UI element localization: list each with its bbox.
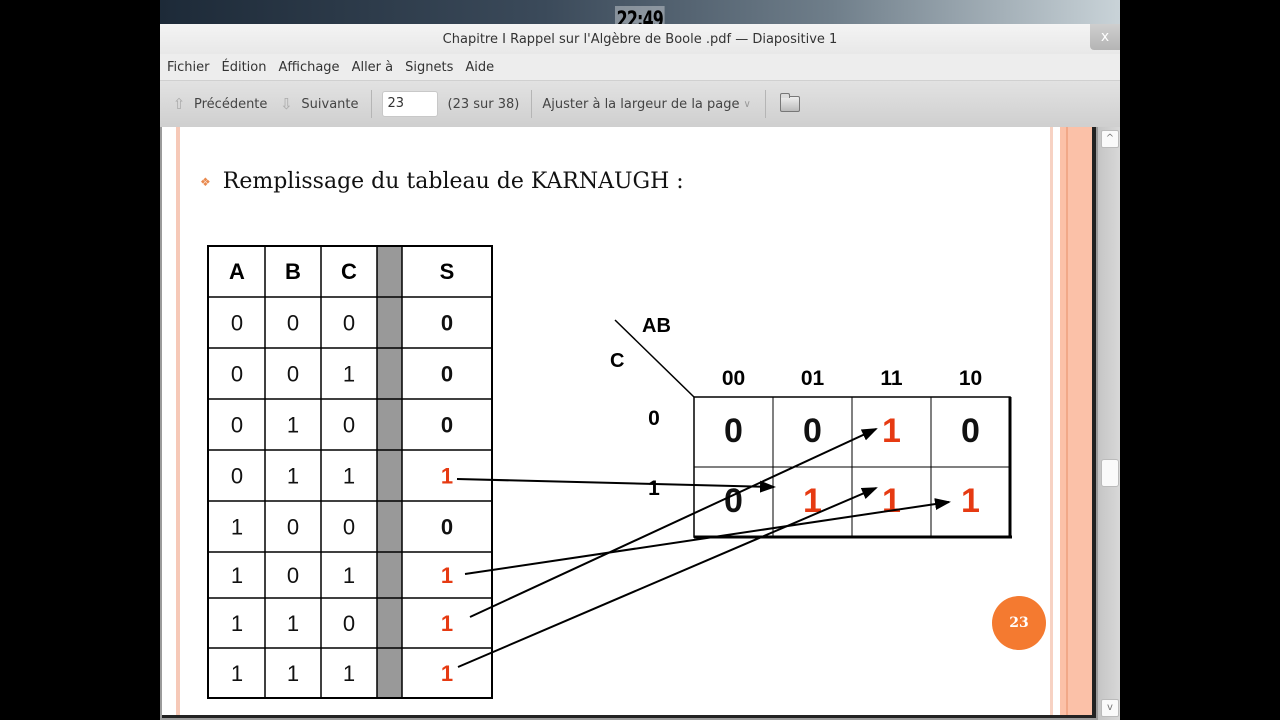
menu-aide[interactable]: Aide	[465, 60, 494, 75]
truth-table-cell: 0	[231, 413, 243, 438]
truth-table-cell: 0	[287, 362, 299, 387]
page-count: (23 sur 38)	[447, 96, 520, 112]
truth-table-output-cell: 1	[441, 464, 453, 489]
pdf-page: ❖ Remplissage du tableau de KARNAUGH : A…	[162, 127, 1096, 718]
chevron-down-icon: ∨	[743, 98, 751, 110]
truth-table-output-cell: 0	[441, 413, 453, 438]
truth-table-cell: 0	[343, 611, 355, 636]
scrollbar-thumb[interactable]	[1101, 459, 1119, 487]
truth-table-cell: 0	[343, 311, 355, 336]
truth-table-cell: 1	[287, 464, 299, 489]
menu-edition[interactable]: Édition	[222, 60, 267, 75]
truth-table-output-cell: 1	[441, 611, 453, 636]
truth-table-header: C	[341, 259, 357, 284]
truth-table-cell: 0	[343, 515, 355, 540]
kmap-cell: 1	[882, 482, 901, 520]
truth-table-output-cell: 1	[441, 661, 453, 686]
zoom-mode-value: Ajuster à la largeur de la page	[542, 96, 740, 112]
kmap-col-variable: AB	[642, 315, 671, 337]
arrow-up-icon: ⇧	[172, 95, 186, 113]
truth-table-cell: 1	[287, 611, 299, 636]
truth-table-output-cell: 0	[441, 362, 453, 387]
toolbar: ⇧ Précédente ⇩ Suivante 23 (23 sur 38) A…	[160, 81, 1120, 128]
document-view: ❖ Remplissage du tableau de KARNAUGH : A…	[160, 127, 1120, 720]
kmap-col-label: 11	[880, 367, 903, 390]
truth-table-cell: 0	[287, 311, 299, 336]
zoom-mode-select[interactable]: Ajuster à la largeur de la page ∨	[542, 97, 750, 112]
truth-table-cell: 1	[343, 464, 355, 489]
page-number-badge: 23	[992, 596, 1046, 650]
vertical-scrollbar[interactable]: ^ v	[1098, 127, 1120, 720]
truth-table-cell: 0	[231, 362, 243, 387]
truth-table-cell: 1	[343, 362, 355, 387]
separator	[531, 90, 533, 118]
menu-fichier[interactable]: Fichier	[167, 60, 210, 75]
menu-signets[interactable]: Signets	[405, 60, 453, 75]
scroll-up-button[interactable]: ^	[1101, 130, 1119, 148]
next-label: Suivante	[301, 96, 359, 112]
truth-table-header: B	[285, 259, 301, 284]
kmap-row-variable: C	[610, 350, 624, 372]
karnaugh-diagram: A B C S0 0 0 00 0 1 00 1 0 00 1 1 11 0 0 01 0 1 11 1 0 11 1 1 1 ABC…	[207, 245, 1012, 699]
kmap-col-label: 01	[801, 367, 825, 390]
close-icon: x	[1100, 29, 1110, 45]
menu-aller[interactable]: Aller à	[352, 60, 394, 75]
separator	[764, 90, 766, 118]
truth-table-cell: 1	[343, 563, 355, 588]
truth-table-cell: 0	[287, 563, 299, 588]
truth-table-cell: 1	[287, 413, 299, 438]
truth-table-cell: 1	[343, 661, 355, 686]
truth-table-cell: 1	[231, 515, 243, 540]
previous-label: Précédente	[194, 96, 268, 112]
kmap-cell: 0	[724, 412, 743, 450]
title-bar: Chapitre I Rappel sur l'Algèbre de Boole…	[160, 24, 1120, 54]
mapping-arrow	[457, 487, 878, 668]
truth-table-output-cell: 1	[441, 563, 453, 588]
menu-bar: Fichier Édition Affichage Aller à Signet…	[160, 54, 1120, 81]
menu-affichage[interactable]: Affichage	[278, 60, 339, 75]
kmap-row-label: 0	[648, 407, 660, 430]
page-number-input[interactable]: 23	[381, 91, 438, 117]
previous-page-button[interactable]: ⇧ Précédente	[170, 95, 268, 113]
arrow-down-icon: ⇩	[280, 95, 293, 113]
truth-table-cell: 0	[343, 413, 355, 438]
truth-table-cell: 0	[231, 464, 243, 489]
gray-separator-column	[377, 246, 402, 698]
truth-table-cell: 1	[231, 661, 243, 686]
truth-table-header: A	[229, 259, 245, 284]
kmap-col-label: 10	[959, 367, 982, 390]
truth-table-cell: 1	[231, 563, 243, 588]
truth-table-header: S	[440, 259, 455, 284]
truth-table-output-cell: 0	[441, 515, 453, 540]
kmap-cell: 0	[961, 412, 980, 450]
folder-icon[interactable]	[779, 93, 800, 112]
kmap-col-label: 00	[722, 367, 745, 390]
scroll-down-button[interactable]: v	[1101, 699, 1119, 717]
truth-table-cell: 1	[287, 661, 299, 686]
truth-table-cell: 1	[231, 611, 243, 636]
truth-table-cell: 0	[231, 311, 243, 336]
close-button[interactable]: x	[1090, 24, 1120, 50]
kmap-cell: 1	[961, 482, 980, 520]
kmap-cell: 0	[803, 412, 822, 450]
mapping-arrow	[469, 428, 878, 618]
window-title: Chapitre I Rappel sur l'Algèbre de Boole…	[442, 32, 838, 47]
separator	[370, 90, 372, 118]
truth-table-cell: 0	[287, 515, 299, 540]
truth-table-output-cell: 0	[441, 311, 453, 336]
kmap-cell: 0	[724, 482, 743, 520]
kmap-row-label: 1	[648, 477, 660, 500]
next-page-button[interactable]: ⇩ Suivante	[277, 95, 358, 113]
kmap-cell: 1	[882, 412, 901, 450]
document-viewer-window: Chapitre I Rappel sur l'Algèbre de Boole…	[160, 24, 1120, 720]
